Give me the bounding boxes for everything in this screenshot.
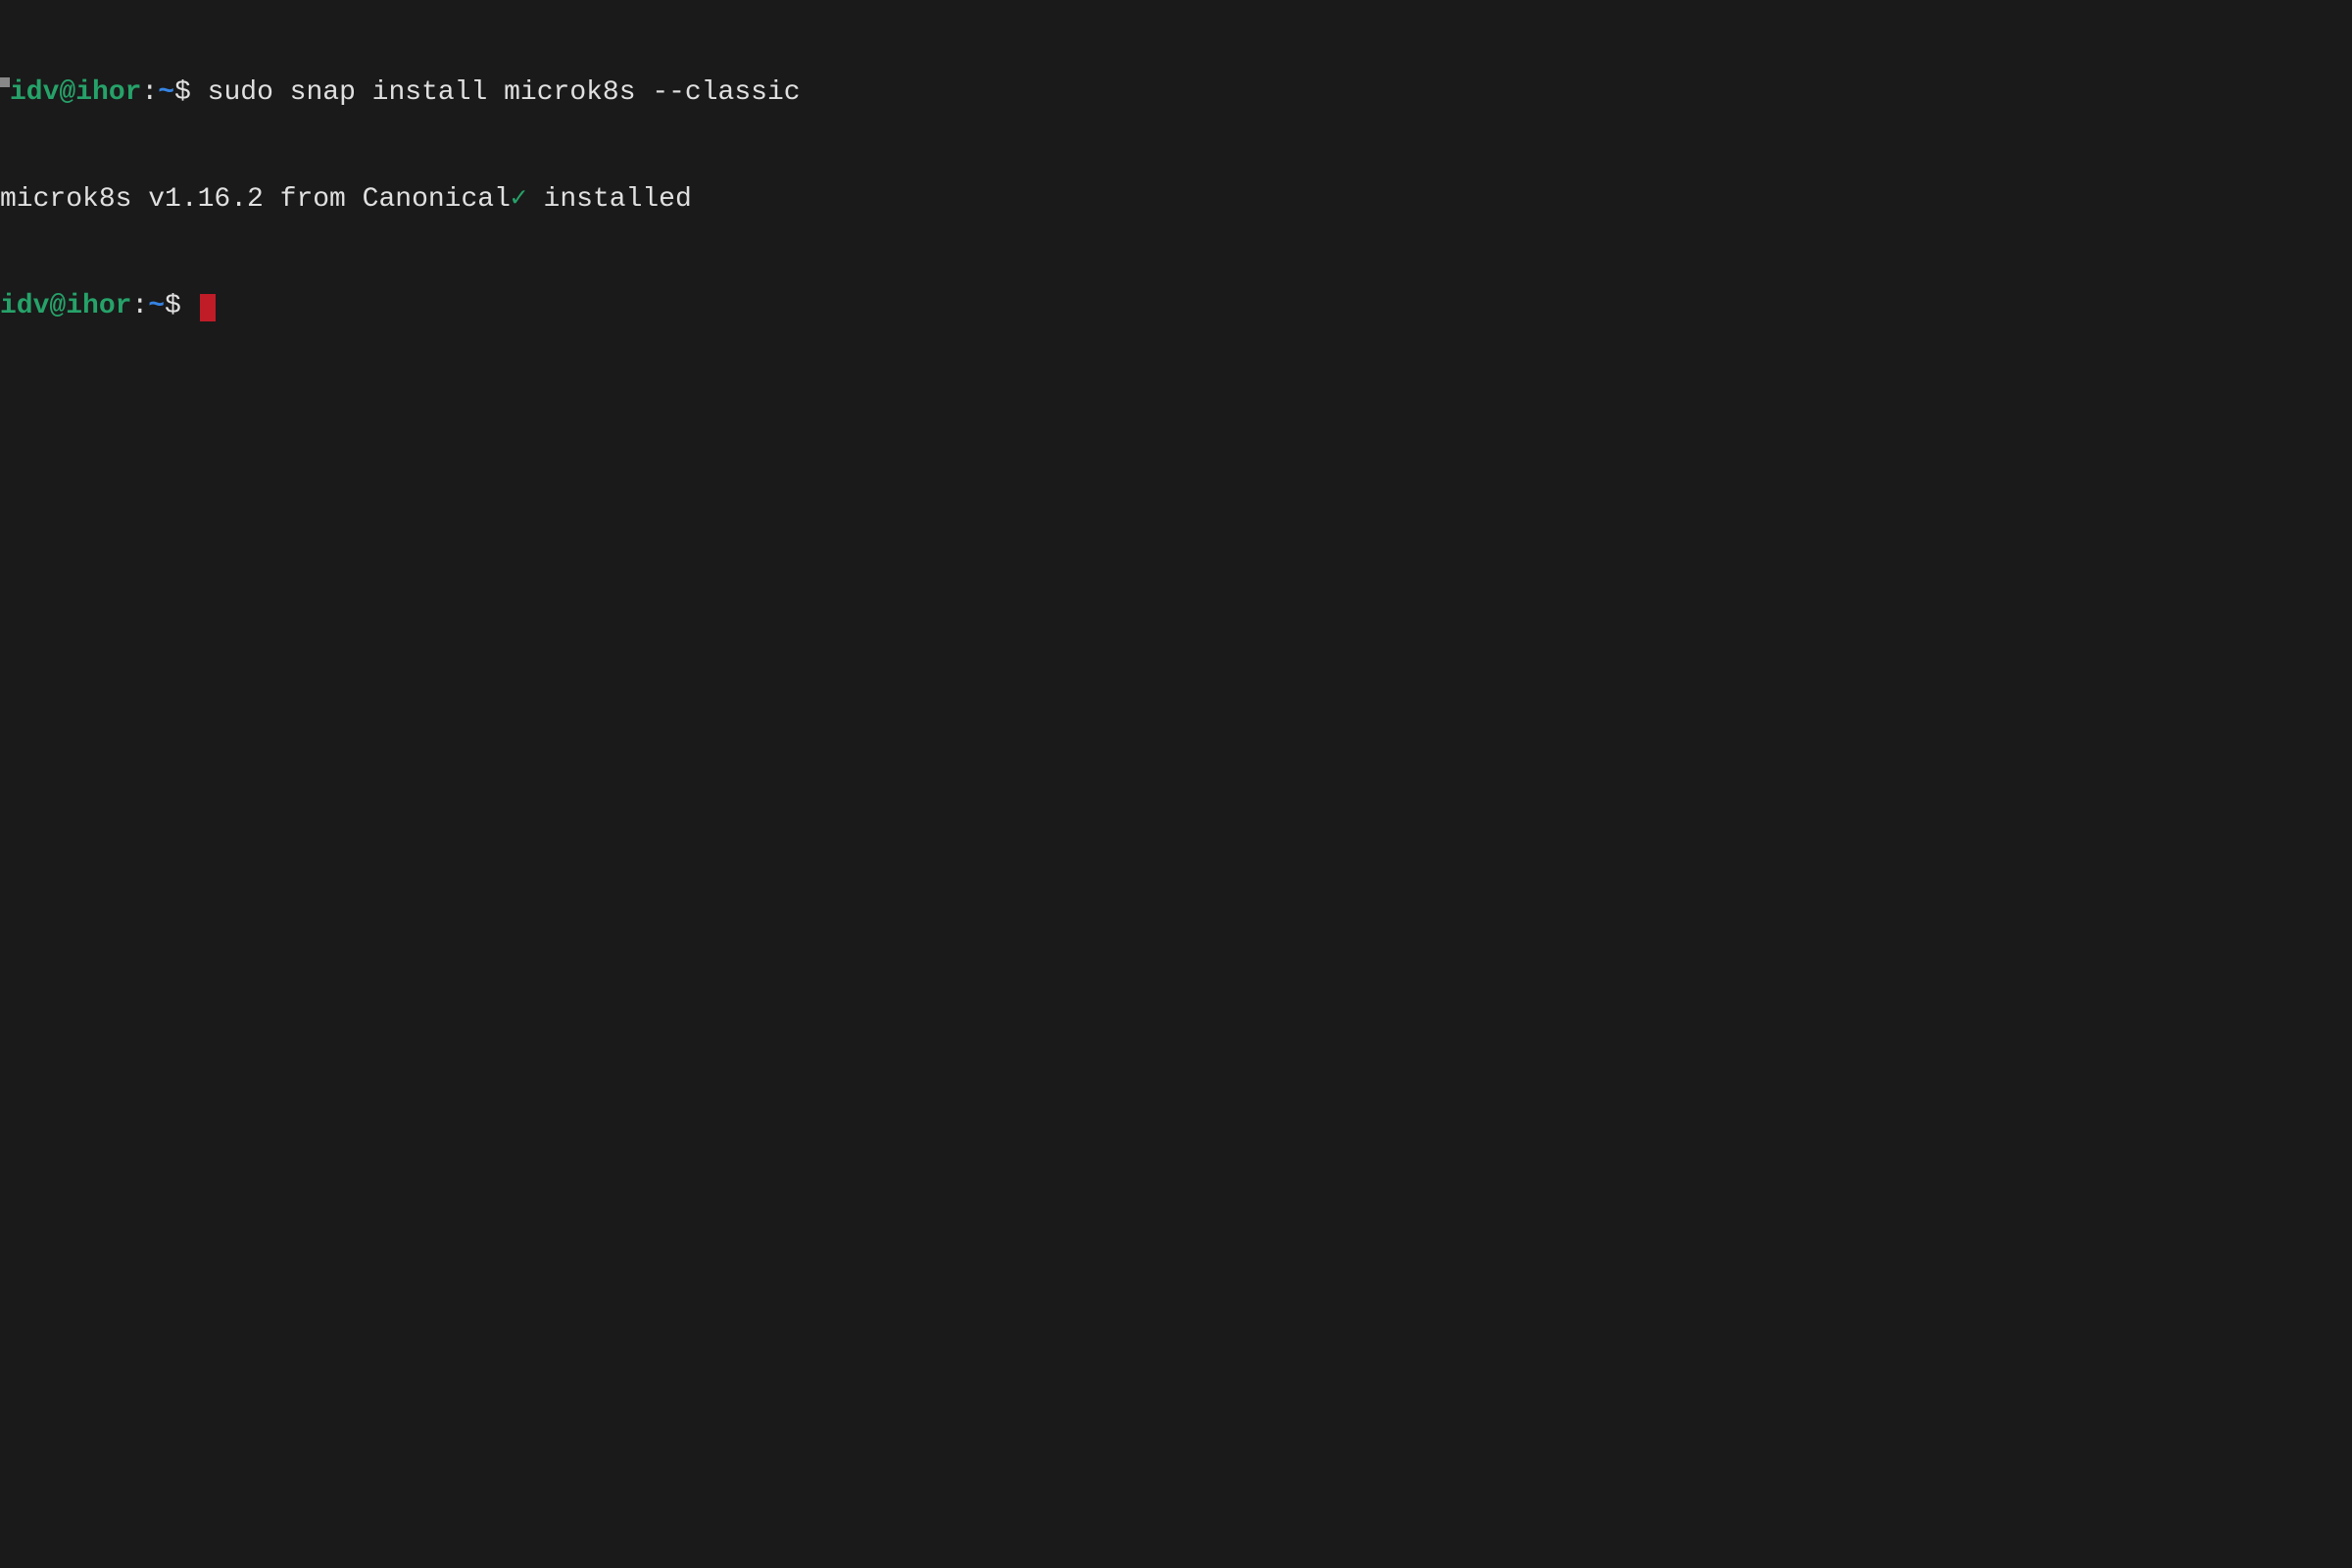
prompt-user-host: idv@ihor: [10, 77, 141, 108]
output-text-after: installed: [527, 184, 692, 215]
prompt-path: ~: [148, 291, 165, 321]
prompt-symbol: $: [165, 291, 198, 321]
terminal-line-1: idv@ihor:~$ sudo snap install microk8s -…: [0, 75, 2352, 111]
prompt-colon: :: [141, 77, 158, 108]
terminal-line-3: idv@ihor:~$: [0, 289, 2352, 324]
cursor-block-icon[interactable]: [200, 294, 216, 321]
prompt-colon: :: [131, 291, 148, 321]
terminal-line-2: microk8s v1.16.2 from Canonical✓ install…: [0, 182, 2352, 218]
prompt-symbol: $: [174, 77, 208, 108]
output-text-before: microk8s v1.16.2 from Canonical: [0, 184, 511, 215]
command-text: sudo snap install microk8s --classic: [208, 77, 801, 108]
indicator-square-icon: [0, 77, 10, 87]
prompt-path: ~: [158, 77, 174, 108]
terminal-window[interactable]: idv@ihor:~$ sudo snap install microk8s -…: [0, 4, 2352, 361]
prompt-user-host: idv@ihor: [0, 291, 131, 321]
checkmark-icon: ✓: [511, 184, 527, 215]
